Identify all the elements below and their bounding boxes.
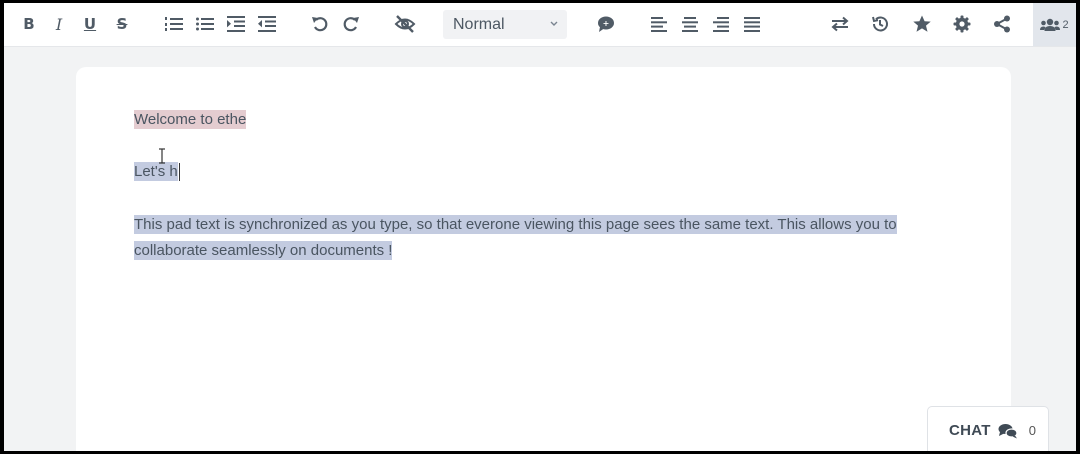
star-icon — [913, 15, 931, 32]
text-caret — [178, 163, 180, 182]
italic-button[interactable]: I — [46, 11, 72, 37]
svg-text:+: + — [603, 19, 610, 28]
undo-icon — [312, 17, 328, 32]
chat-unread-count: 0 — [1028, 423, 1036, 438]
outdent-icon — [258, 16, 276, 32]
editor-line[interactable]: Let's h — [134, 159, 180, 185]
editbar: B I U S Normal + 2 — [4, 3, 1076, 47]
clear-authorship-button[interactable] — [392, 11, 418, 37]
import-export-button[interactable] — [827, 11, 853, 37]
align-left-button[interactable] — [646, 11, 672, 37]
strikethrough-button[interactable]: S — [109, 11, 135, 37]
authored-text: Let's h — [134, 162, 178, 181]
editor-line[interactable]: This pad text is synchronized as you typ… — [134, 212, 964, 264]
chevron-down-icon — [550, 21, 558, 26]
eye-slash-icon — [394, 15, 416, 33]
italic-icon: I — [55, 14, 63, 34]
redo-button[interactable] — [338, 11, 364, 37]
editor-page[interactable]: Welcome to ethe Let's h This pad text is… — [76, 67, 1011, 451]
history-icon — [872, 16, 888, 32]
undo-button[interactable] — [307, 11, 333, 37]
comment-button[interactable]: + — [593, 11, 619, 37]
bold-button[interactable]: B — [16, 11, 42, 37]
editor-line[interactable]: Welcome to ethe — [134, 107, 247, 133]
etherpad-window: B I U S Normal + 2 Welcome to ethe Let's… — [4, 3, 1076, 451]
align-right-button[interactable] — [708, 11, 734, 37]
indent-button[interactable] — [223, 11, 249, 37]
align-right-icon — [713, 16, 729, 32]
strikethrough-icon: S — [116, 15, 128, 33]
authored-text: This pad text is synchronized as you typ… — [134, 215, 897, 260]
settings-button[interactable] — [949, 11, 975, 37]
outdent-button[interactable] — [254, 11, 280, 37]
user-count: 2 — [1062, 18, 1069, 31]
chat-label: CHAT — [949, 422, 991, 439]
heading-select[interactable]: Normal — [443, 10, 567, 39]
ibeam-cursor-icon — [158, 148, 166, 168]
underline-icon: U — [83, 15, 97, 33]
redo-icon — [343, 17, 359, 32]
authored-text: Welcome to ethe — [134, 110, 247, 129]
chat-bubbles-icon — [998, 423, 1018, 438]
saved-revision-button[interactable] — [909, 11, 935, 37]
import-export-icon — [831, 16, 849, 32]
heading-select-value: Normal — [453, 15, 505, 33]
timeslider-button[interactable] — [867, 11, 893, 37]
share-button[interactable] — [989, 11, 1015, 37]
comment-icon: + — [598, 16, 614, 32]
unordered-list-icon — [196, 17, 214, 31]
chat-button[interactable]: CHAT 0 — [927, 406, 1049, 451]
users-icon — [1040, 18, 1061, 31]
unordered-list-button[interactable] — [192, 11, 218, 37]
ordered-list-icon — [165, 17, 183, 31]
underline-button[interactable]: U — [77, 11, 103, 37]
align-left-icon — [651, 16, 667, 32]
align-center-button[interactable] — [677, 11, 703, 37]
indent-icon — [227, 16, 245, 32]
ordered-list-button[interactable] — [161, 11, 187, 37]
bold-icon: B — [23, 15, 35, 33]
gear-icon — [953, 15, 971, 33]
align-center-icon — [682, 16, 698, 32]
align-justify-button[interactable] — [739, 11, 765, 37]
users-button[interactable]: 2 — [1033, 3, 1076, 46]
align-justify-icon — [744, 16, 760, 32]
share-icon — [994, 15, 1010, 33]
